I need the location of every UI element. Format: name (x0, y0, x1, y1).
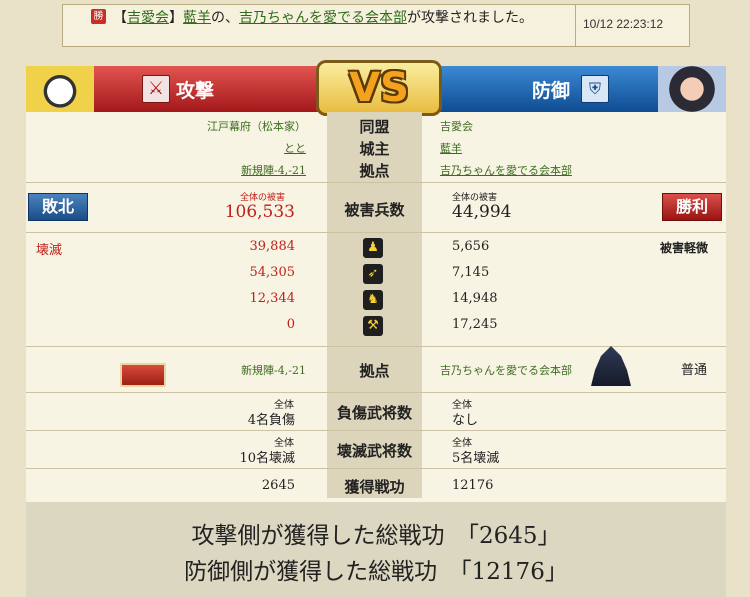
defender-base-link[interactable]: 吉乃ちゃんを愛でる会本部 (440, 162, 572, 178)
defender-total-merit: 防御側が獲得した総戦功 「12176」 (184, 559, 568, 585)
lord-link[interactable]: 藍羊 (183, 10, 211, 26)
defender-unit-loss: 5,656 (452, 239, 490, 254)
alliance-label: 同盟 (359, 118, 390, 136)
bracket-close: 】 (169, 10, 183, 26)
merit-summary: 攻撃側が獲得した総戦功 「2645」 防御側が獲得した総戦功 「12176」 (26, 502, 726, 597)
castle-icon (591, 346, 631, 386)
defender-unit-loss: 14,948 (452, 291, 498, 306)
defender-unit-loss: 7,145 (452, 265, 490, 280)
defender-alliance: 吉愛会 (440, 120, 473, 133)
horse-icon: ♞ (363, 290, 383, 310)
spear-soldier-icon: ♟ (363, 238, 383, 258)
notification-message: 【吉愛会】藍羊の、吉乃ちゃんを愛でる会本部が攻撃されました。 (113, 9, 573, 27)
defense-label: 防御 (532, 80, 571, 102)
defender-status: 被害軽微 (660, 241, 709, 255)
injured-generals-label: 負傷武将数 (336, 404, 412, 422)
attacker-base-row: 新規陣-4,-21 (241, 364, 306, 377)
attacker-avatar (26, 66, 94, 112)
target-base-link[interactable]: 吉乃ちゃんを愛でる会本部 (239, 10, 407, 26)
alliance-link[interactable]: 吉愛会 (127, 10, 169, 26)
defender-unit-loss: 17,245 (452, 317, 498, 332)
divider (26, 182, 726, 183)
attacker-unit-loss: 12,344 (249, 291, 296, 306)
divider (26, 346, 726, 347)
attacker-merit: 2645 (261, 478, 295, 493)
battle-notification: 勝 【吉愛会】藍羊の、吉乃ちゃんを愛でる会本部が攻撃されました。 10/12 2… (62, 4, 690, 47)
divider (26, 392, 726, 393)
victory-badge: 勝利 (662, 193, 722, 221)
notification-timestamp: 10/12 22:23:12 (583, 17, 664, 31)
notification-suffix: が攻撃されました。 (407, 10, 533, 26)
attacker-base-link[interactable]: 新規陣-4,-21 (46, 162, 306, 178)
defender-merit: 12176 (452, 478, 494, 493)
versus-banner: ⚔ 攻撃 防御 ⛨ VS (26, 60, 726, 116)
defender-base-condition: 普通 (681, 363, 708, 378)
lord-label: 城主 (359, 140, 390, 158)
destroyed-generals-label: 壊滅武将数 (336, 442, 412, 460)
attacker-unit-loss: 39,884 (249, 239, 296, 254)
divider (26, 430, 726, 431)
divider (26, 468, 726, 469)
attacker-total-damage: 106,533 (224, 202, 295, 222)
defeat-badge: 敗北 (28, 193, 88, 221)
damage-label: 被害兵数 (344, 201, 405, 219)
attacker-unit-loss: 54,305 (249, 265, 296, 280)
victory-badge-icon: 勝 (91, 9, 106, 24)
siege-weapon-icon: ⚒ (363, 316, 383, 336)
attacker-alliance: 江戸幕府（松本家） (207, 120, 306, 133)
attacker-injured-generals: 4名負傷 (247, 413, 295, 428)
bracket-open: 【 (113, 10, 127, 26)
attacker-total-merit: 攻撃側が獲得した総戦功 「2645」 (191, 523, 561, 549)
defender-base-row: 吉乃ちゃんを愛でる会本部 (440, 364, 572, 377)
defender-avatar (658, 66, 726, 112)
attacker-unit-loss: 0 (286, 317, 295, 332)
crossed-swords-icon: ⚔ (142, 75, 170, 103)
defender-destroyed-generals: 5名壊滅 (452, 451, 500, 466)
base-row-label: 拠点 (359, 362, 390, 380)
bow-icon: ➶ (363, 264, 383, 284)
defender-injured-generals: なし (452, 413, 479, 428)
divider (26, 232, 726, 233)
attack-label: 攻撃 (176, 80, 215, 102)
particle-text: の、 (211, 10, 239, 26)
castle-shield-icon: ⛨ (581, 75, 609, 103)
attacker-lord-link[interactable]: とと (46, 140, 306, 156)
notification-divider (575, 5, 576, 46)
attacker-destroyed-generals: 10名壊滅 (239, 451, 295, 466)
vs-emblem: VS (316, 60, 442, 116)
battle-report-panel: ⚔ 攻撃 防御 ⛨ VS 江戸幕府（松本家） 同盟 吉愛会 とと 城主 藍羊 新… (26, 60, 726, 597)
merit-label: 獲得戦功 (344, 478, 405, 496)
base-label: 拠点 (359, 162, 390, 180)
defender-lord-link[interactable]: 藍羊 (440, 140, 462, 156)
defender-total-damage: 44,994 (452, 202, 512, 222)
